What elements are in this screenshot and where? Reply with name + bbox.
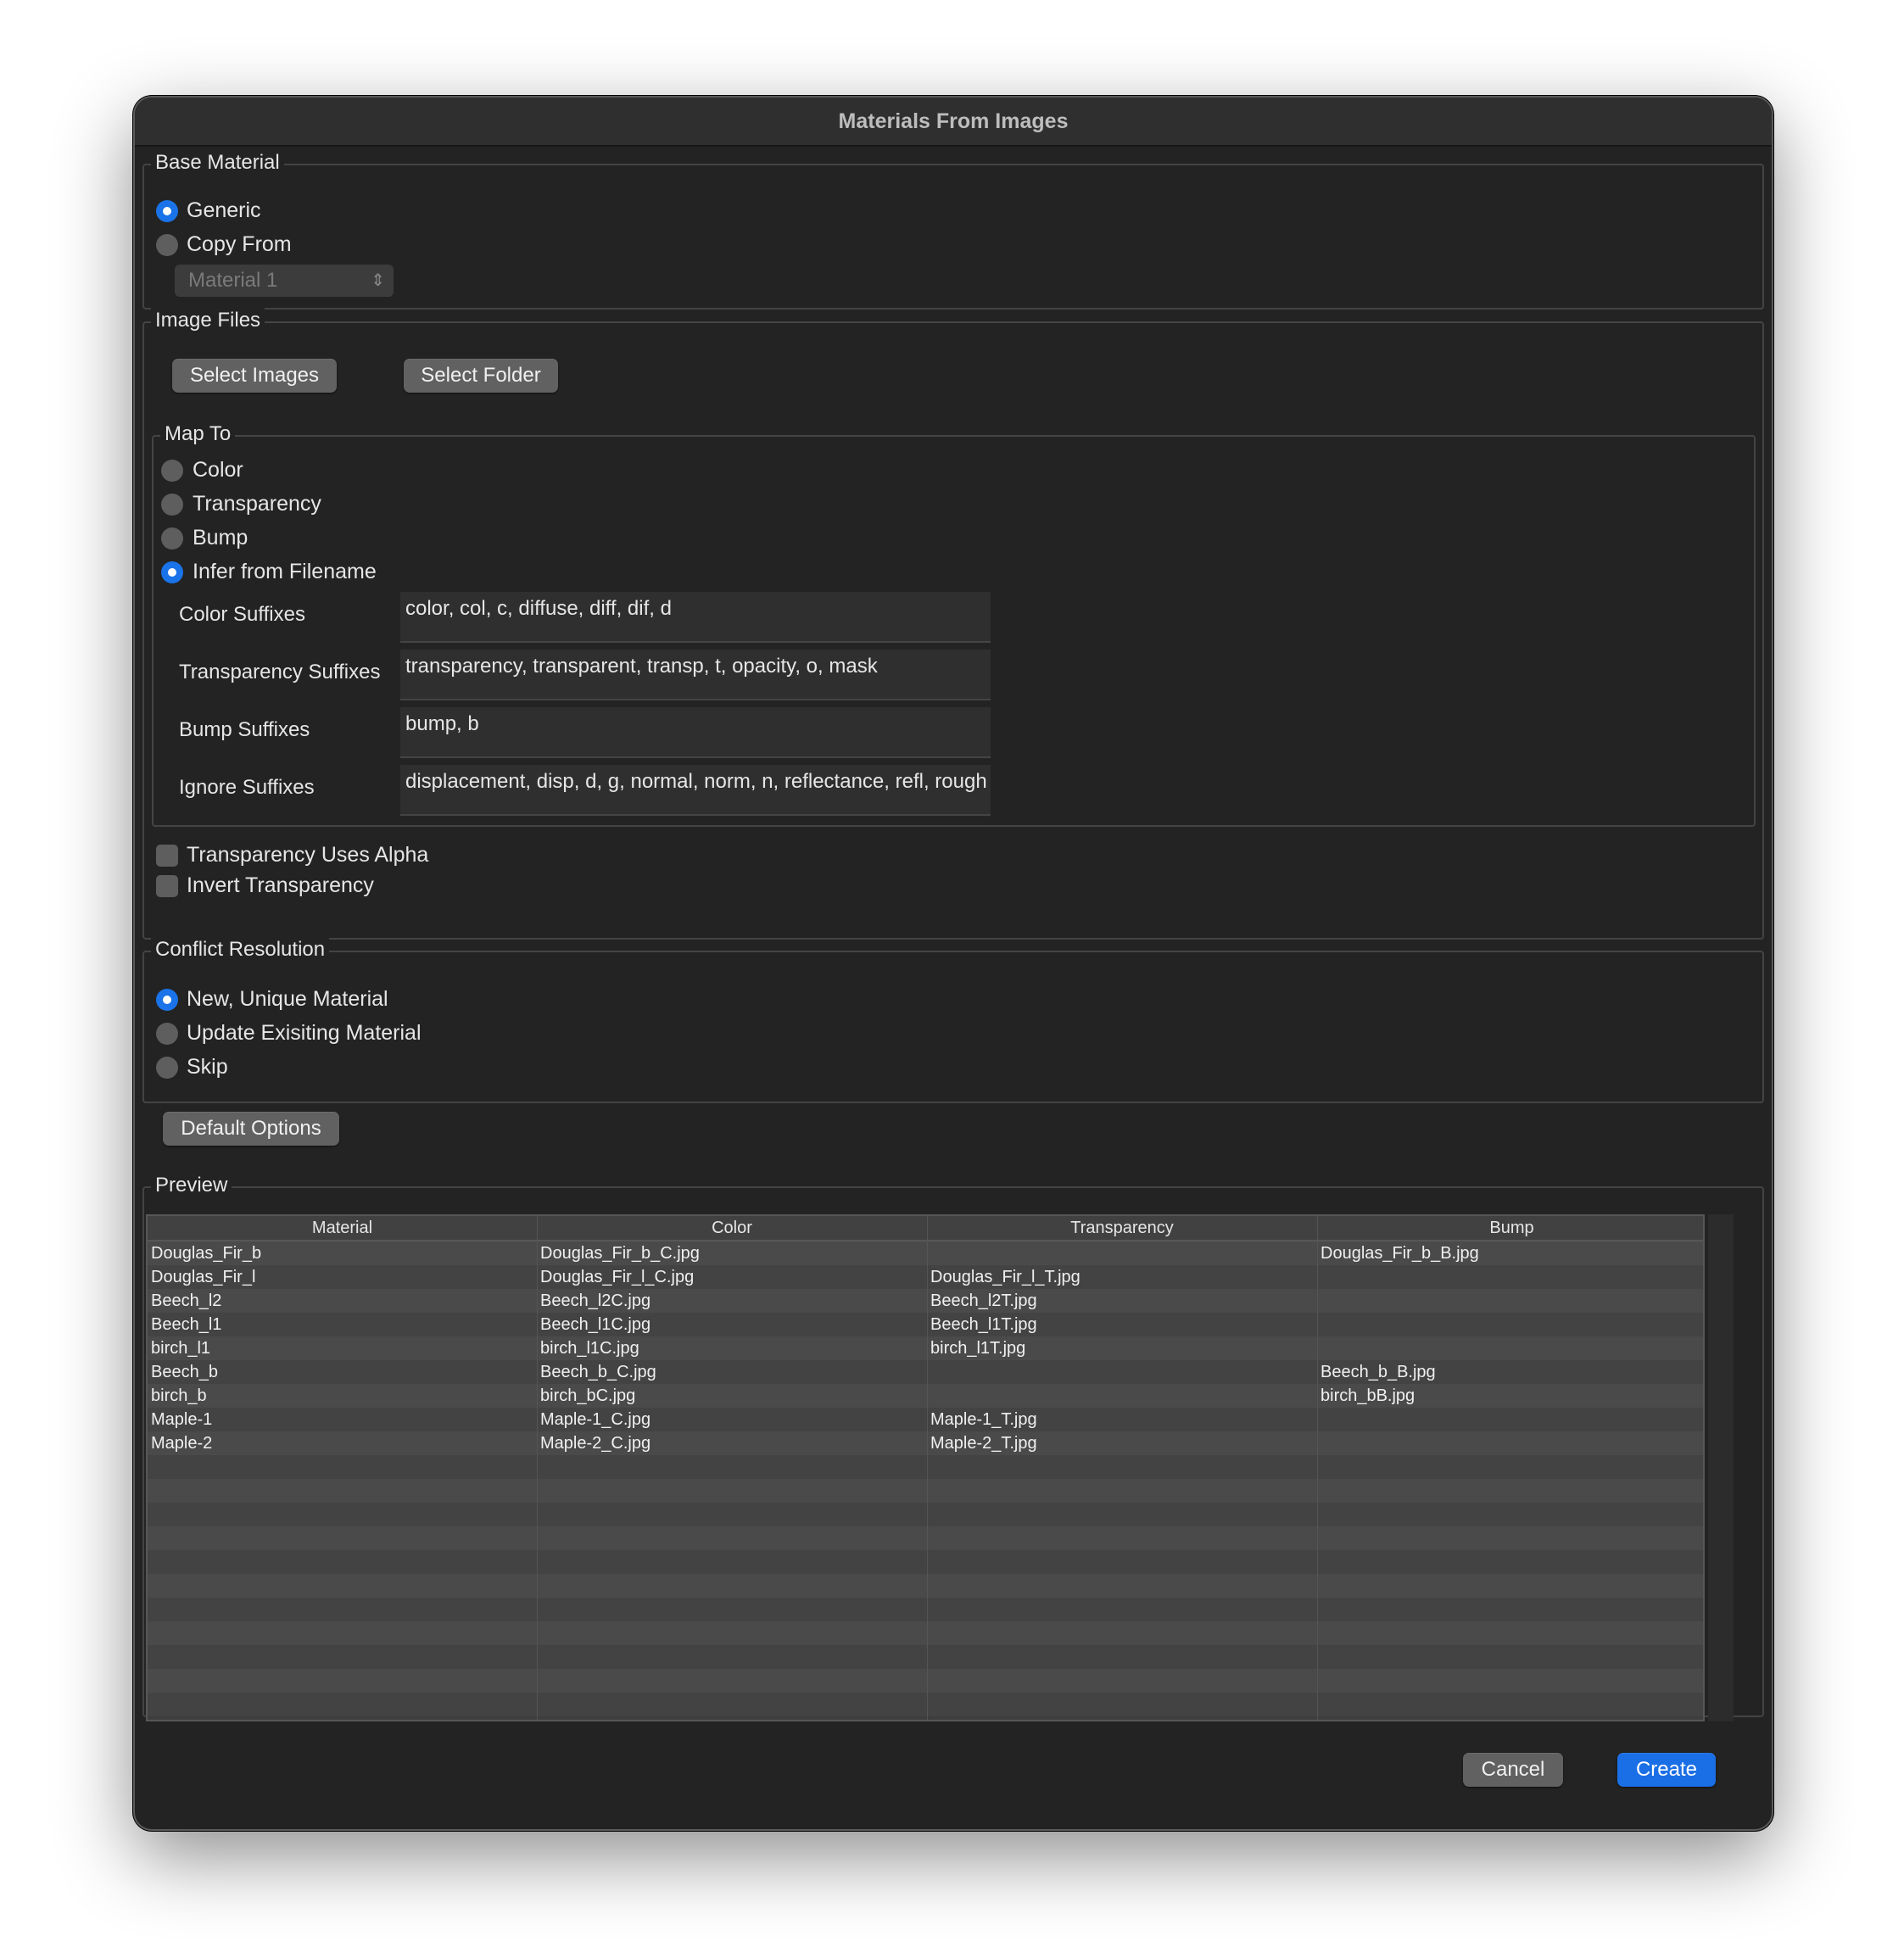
generic-radio[interactable] [156, 200, 178, 222]
table-cell: Beech_l1C.jpg [540, 1315, 651, 1334]
table-cell: birch_b [151, 1386, 207, 1405]
chevron-up-down-icon: ⇕ [371, 271, 385, 290]
select-folder-button[interactable]: Select Folder [404, 359, 558, 393]
default-options-button[interactable]: Default Options [163, 1112, 339, 1146]
table-row [148, 1645, 1703, 1669]
new-unique-material-radio[interactable] [156, 989, 178, 1011]
column-header-color[interactable]: Color [537, 1216, 927, 1240]
map-infer-label[interactable]: Infer from Filename [193, 559, 377, 584]
table-cell: birch_bB.jpg [1321, 1386, 1415, 1405]
transparency-uses-alpha-checkbox[interactable] [156, 845, 178, 867]
column-header-material[interactable]: Material [148, 1216, 537, 1240]
table-row [148, 1693, 1703, 1716]
map-infer-radio[interactable] [161, 561, 183, 583]
bump-suffixes-label: Bump Suffixes [179, 718, 310, 741]
ignore-suffixes-field[interactable]: displacement, disp, d, g, normal, norm, … [400, 765, 991, 816]
table-row [148, 1598, 1703, 1621]
preview-table-scrollbar[interactable] [1708, 1214, 1734, 1721]
bump-suffixes-field[interactable]: bump, b [400, 707, 991, 758]
preview-table-header: Material Color Transparency Bump [148, 1216, 1703, 1241]
copy-from-material-select[interactable]: Material 1 ⇕ [175, 265, 394, 297]
table-cell: Douglas_Fir_b_C.jpg [540, 1244, 700, 1263]
table-cell: Maple-2_C.jpg [540, 1434, 651, 1453]
map-bump-radio[interactable] [161, 527, 183, 550]
table-cell: Maple-1_C.jpg [540, 1410, 651, 1429]
column-separator [537, 1216, 538, 1720]
table-cell: Beech_l1 [151, 1315, 222, 1334]
conflict-resolution-legend: Conflict Resolution [151, 935, 330, 964]
column-separator [1317, 1216, 1318, 1720]
table-cell: Beech_l2T.jpg [930, 1291, 1037, 1310]
map-transparency-label[interactable]: Transparency [193, 491, 321, 516]
table-row [148, 1550, 1703, 1574]
update-existing-material-radio[interactable] [156, 1023, 178, 1045]
table-cell: birch_l1C.jpg [540, 1339, 639, 1358]
map-to-group: Map To Color Transparency Bump Infer fro… [152, 420, 1756, 827]
map-color-radio[interactable] [161, 460, 183, 482]
invert-transparency-checkbox[interactable] [156, 875, 178, 897]
table-row [148, 1621, 1703, 1645]
transparency-suffixes-label: Transparency Suffixes [179, 661, 381, 683]
table-cell: Douglas_Fir_l [151, 1268, 256, 1286]
cancel-button[interactable]: Cancel [1463, 1753, 1563, 1787]
copy-from-material-value: Material 1 [188, 269, 278, 292]
map-bump-label[interactable]: Bump [193, 525, 248, 550]
table-cell: birch_l1T.jpg [930, 1339, 1026, 1358]
color-suffixes-label: Color Suffixes [179, 603, 305, 626]
copy-from-label[interactable]: Copy From [187, 232, 292, 257]
skip-radio[interactable] [156, 1057, 178, 1079]
table-row [148, 1455, 1703, 1479]
map-color-label[interactable]: Color [193, 457, 243, 483]
map-to-legend: Map To [160, 420, 236, 449]
table-cell: Beech_b_B.jpg [1321, 1363, 1436, 1381]
new-unique-material-label[interactable]: New, Unique Material [187, 986, 388, 1012]
copy-from-radio[interactable] [156, 234, 178, 256]
table-row [148, 1526, 1703, 1550]
column-separator [927, 1216, 928, 1720]
image-files-group: Image Files Select Images Select Folder … [142, 306, 1764, 940]
transparency-uses-alpha-label[interactable]: Transparency Uses Alpha [187, 842, 428, 868]
column-header-bump[interactable]: Bump [1317, 1216, 1703, 1240]
table-row [148, 1669, 1703, 1693]
base-material-group: Base Material Generic Copy From Material… [142, 148, 1764, 310]
table-cell: Beech_l1T.jpg [930, 1315, 1037, 1334]
preview-legend: Preview [151, 1171, 232, 1200]
table-row [148, 1479, 1703, 1503]
conflict-resolution-group: Conflict Resolution New, Unique Material… [142, 935, 1764, 1103]
transparency-suffixes-field[interactable]: transparency, transparent, transp, t, op… [400, 650, 991, 700]
table-cell: Beech_l2C.jpg [540, 1291, 651, 1310]
table-row [148, 1503, 1703, 1526]
table-cell: Douglas_Fir_b_B.jpg [1321, 1244, 1479, 1263]
table-cell: Beech_b [151, 1363, 218, 1381]
table-cell: Douglas_Fir_l_C.jpg [540, 1268, 695, 1286]
table-cell: Maple-1_T.jpg [930, 1410, 1037, 1429]
table-cell: Maple-2_T.jpg [930, 1434, 1037, 1453]
table-cell: birch_bC.jpg [540, 1386, 636, 1405]
generic-label[interactable]: Generic [187, 198, 261, 223]
table-cell: Beech_b_C.jpg [540, 1363, 656, 1381]
table-cell: Douglas_Fir_b [151, 1244, 262, 1263]
map-transparency-radio[interactable] [161, 494, 183, 516]
table-cell: birch_l1 [151, 1339, 211, 1358]
skip-label[interactable]: Skip [187, 1054, 228, 1079]
create-button[interactable]: Create [1617, 1753, 1716, 1787]
table-row [148, 1574, 1703, 1598]
column-header-transparency[interactable]: Transparency [927, 1216, 1317, 1240]
ignore-suffixes-label: Ignore Suffixes [179, 776, 315, 799]
table-cell: Douglas_Fir_l_T.jpg [930, 1268, 1080, 1286]
table-cell: Beech_l2 [151, 1291, 222, 1310]
invert-transparency-label[interactable]: Invert Transparency [187, 873, 374, 898]
preview-table[interactable]: Material Color Transparency Bump Douglas… [146, 1214, 1705, 1721]
select-images-button[interactable]: Select Images [172, 359, 337, 393]
table-cell: Maple-1 [151, 1410, 213, 1429]
color-suffixes-field[interactable]: color, col, c, diffuse, diff, dif, d [400, 592, 991, 643]
table-cell: Maple-2 [151, 1434, 213, 1453]
window-title: Materials From Images [135, 98, 1772, 147]
image-files-legend: Image Files [151, 306, 265, 335]
update-existing-material-label[interactable]: Update Exisiting Material [187, 1020, 422, 1046]
base-material-legend: Base Material [151, 148, 284, 177]
